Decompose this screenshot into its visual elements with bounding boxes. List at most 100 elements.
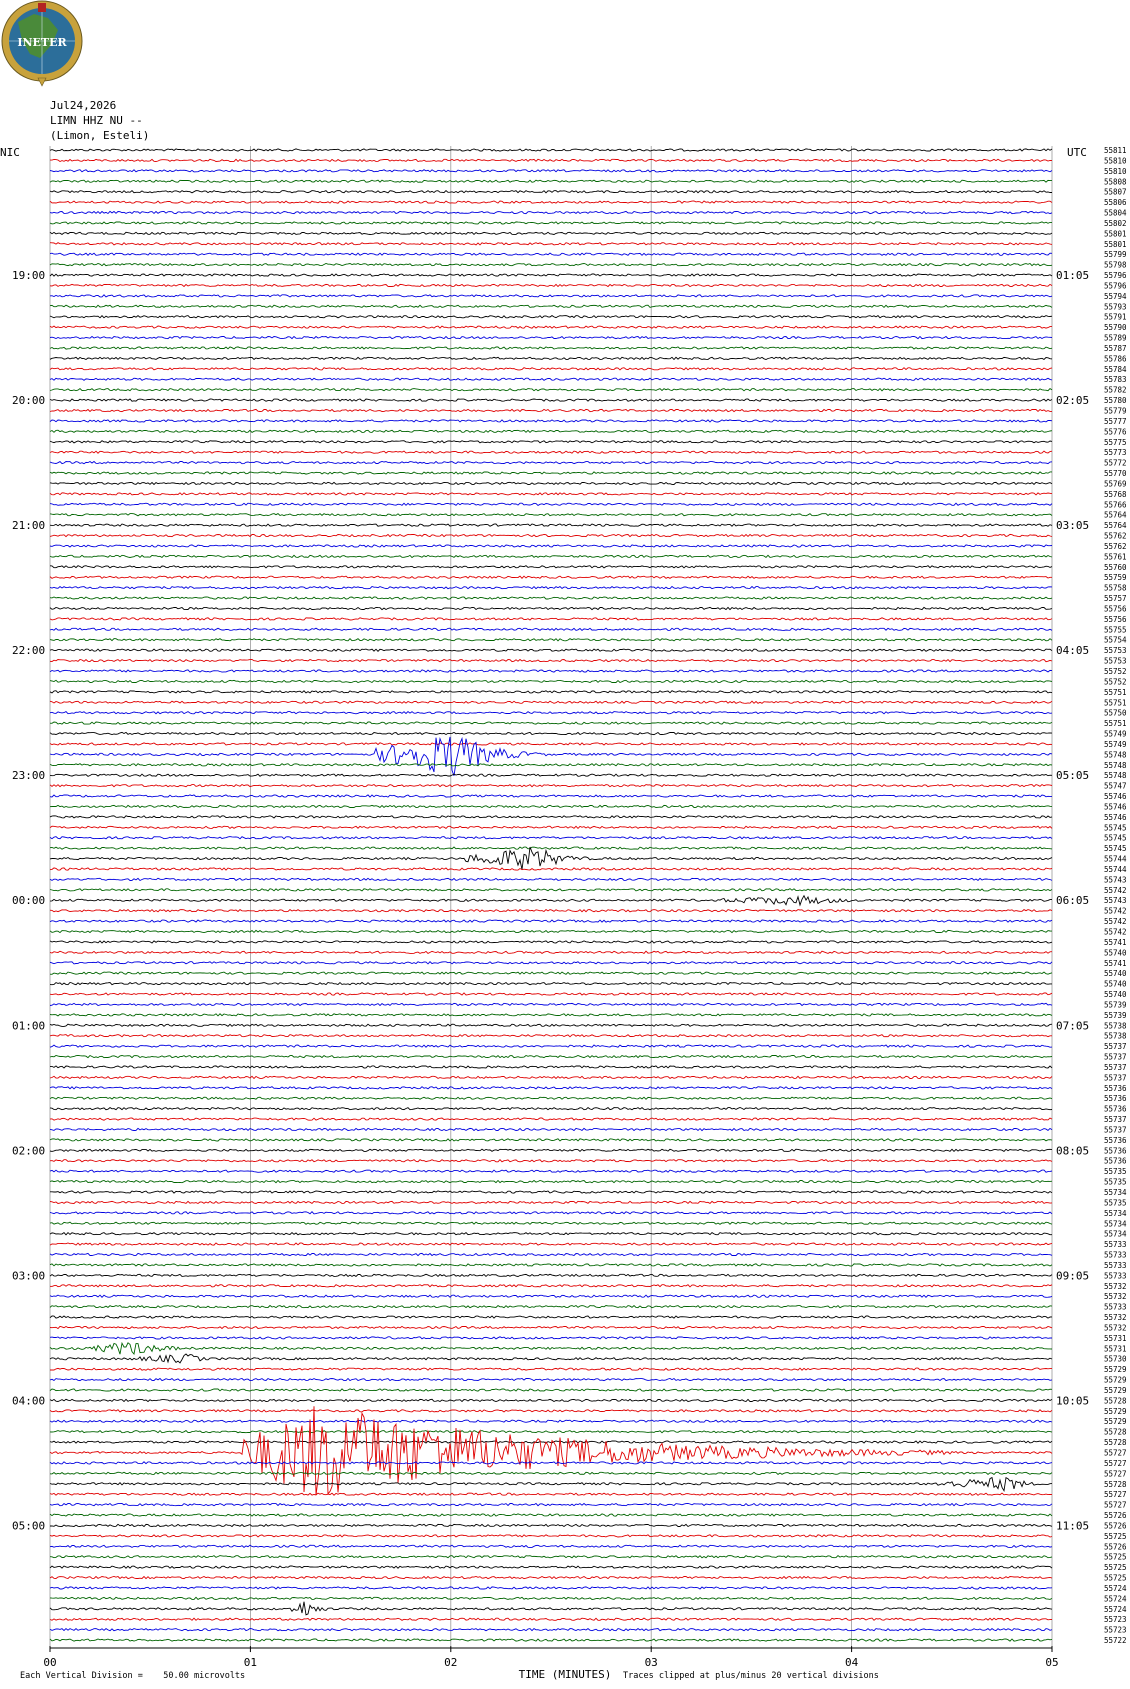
right-hour-label: 09:05 xyxy=(1056,1269,1089,1282)
x-tick-label: 05 xyxy=(1045,1656,1058,1669)
trace-line xyxy=(49,1617,1053,1621)
right-hour-label: 10:05 xyxy=(1056,1394,1089,1407)
left-hour-label: 21:00 xyxy=(12,519,45,532)
trace-offset-label: 55733 xyxy=(1104,1251,1127,1260)
right-hour-label: 11:05 xyxy=(1056,1519,1089,1532)
trace-line xyxy=(49,825,1053,830)
trace-offset-label: 55740 xyxy=(1104,990,1127,999)
trace-line xyxy=(49,721,1053,725)
trace-offset-label: 55739 xyxy=(1104,1000,1127,1009)
trace-line xyxy=(49,346,1053,350)
trace-line xyxy=(49,794,1052,798)
trace-offset-label: 55728 xyxy=(1104,1480,1127,1489)
trace-offset-label: 55753 xyxy=(1104,646,1127,655)
trace-line xyxy=(49,658,1053,663)
trace-line xyxy=(49,1284,1053,1288)
trace-line xyxy=(49,1586,1053,1590)
trace-line xyxy=(49,1471,1053,1476)
trace-offset-label: 55732 xyxy=(1104,1292,1127,1301)
left-hour-label: 19:00 xyxy=(12,269,45,282)
trace-offset-label: 55802 xyxy=(1104,219,1127,228)
right-hour-label: 06:05 xyxy=(1056,894,1089,907)
trace-line xyxy=(49,1429,1053,1434)
trace-offset-label: 55764 xyxy=(1104,521,1127,530)
trace-line xyxy=(49,846,1053,870)
trace-offset-label: 55742 xyxy=(1104,928,1127,937)
left-hour-label: 03:00 xyxy=(12,1269,45,1282)
trace-line xyxy=(49,471,1052,475)
right-hour-label: 03:05 xyxy=(1056,519,1089,532)
trace-line xyxy=(49,1575,1053,1580)
trace-line xyxy=(49,1325,1053,1330)
trace-offset-label: 55745 xyxy=(1104,834,1127,843)
trace-line xyxy=(49,1353,1053,1364)
trace-offset-label: 55801 xyxy=(1104,229,1127,238)
trace-line xyxy=(49,429,1053,434)
trace-line xyxy=(49,1231,1052,1236)
trace-offset-label: 55740 xyxy=(1104,969,1127,978)
trace-line xyxy=(49,252,1053,256)
trace-line xyxy=(49,908,1053,913)
left-hour-label: 00:00 xyxy=(12,894,45,907)
trace-line xyxy=(49,731,1053,736)
trace-line xyxy=(49,1138,1053,1142)
trace-offset-label: 55807 xyxy=(1104,188,1127,197)
trace-offset-label: 55727 xyxy=(1104,1459,1127,1468)
trace-line xyxy=(49,492,1053,496)
trace-line xyxy=(49,315,1053,319)
plot-grid xyxy=(49,146,1053,1653)
trace-line xyxy=(49,242,1053,246)
trace-line xyxy=(49,1211,1053,1215)
trace-offset-label: 55744 xyxy=(1104,865,1127,874)
right-timezone-label: UTC xyxy=(1067,146,1087,159)
trace-line xyxy=(49,1200,1053,1205)
trace-offset-label: 55773 xyxy=(1104,448,1127,457)
trace-offset-label: 55723 xyxy=(1104,1626,1127,1635)
trace-offset-label: 55749 xyxy=(1104,730,1127,739)
trace-offset-label: 55729 xyxy=(1104,1407,1127,1416)
trace-offset-label: 55737 xyxy=(1104,1115,1127,1124)
trace-offset-label: 55725 xyxy=(1104,1574,1127,1583)
trace-line xyxy=(49,1596,1053,1601)
trace-line xyxy=(49,1377,1053,1382)
trace-offset-label: 55735 xyxy=(1104,1178,1127,1187)
trace-offset-label: 55723 xyxy=(1104,1615,1127,1624)
trace-offset-label: 55733 xyxy=(1104,1271,1127,1280)
trace-line xyxy=(49,210,1053,215)
trace-offset-label: 55768 xyxy=(1104,490,1127,499)
trace-line xyxy=(49,690,1053,694)
trace-line xyxy=(49,1263,1053,1267)
trace-line xyxy=(49,565,1053,569)
trace-line xyxy=(49,367,1053,371)
trace-offset-label: 55730 xyxy=(1104,1355,1127,1364)
trace-line xyxy=(49,231,1053,236)
trace-line xyxy=(49,283,1053,288)
trace-offset-label: 55794 xyxy=(1104,292,1127,301)
trace-offset-label: 55746 xyxy=(1104,802,1127,811)
trace-line xyxy=(49,1409,1053,1413)
trace-offset-label: 55780 xyxy=(1104,396,1127,405)
trace-offset-label: 55756 xyxy=(1104,615,1127,624)
trace-line xyxy=(49,1096,1053,1100)
trace-offset-label: 55744 xyxy=(1104,855,1127,864)
trace-line xyxy=(49,1075,1053,1080)
trace-line xyxy=(49,1034,1052,1038)
trace-line xyxy=(49,950,1053,955)
trace-line xyxy=(49,356,1053,361)
trace-offset-label: 55804 xyxy=(1104,209,1127,218)
trace-line xyxy=(49,940,1053,944)
trace-offset-label: 55752 xyxy=(1104,667,1127,676)
trace-offset-label: 55753 xyxy=(1104,657,1127,666)
trace-line xyxy=(49,1388,1053,1392)
trace-offset-label: 55740 xyxy=(1104,948,1127,957)
trace-line xyxy=(49,596,1053,600)
trace-line xyxy=(49,606,1053,611)
trace-offset-label: 55743 xyxy=(1104,875,1127,884)
trace-offset-label: 55757 xyxy=(1104,594,1127,603)
trace-line xyxy=(49,221,1053,225)
trace-offset-label: 55729 xyxy=(1104,1386,1127,1395)
trace-offset-label: 55777 xyxy=(1104,417,1127,426)
trace-line xyxy=(49,512,1053,517)
trace-offset-label: 55749 xyxy=(1104,740,1127,749)
trace-line xyxy=(49,1502,1053,1507)
